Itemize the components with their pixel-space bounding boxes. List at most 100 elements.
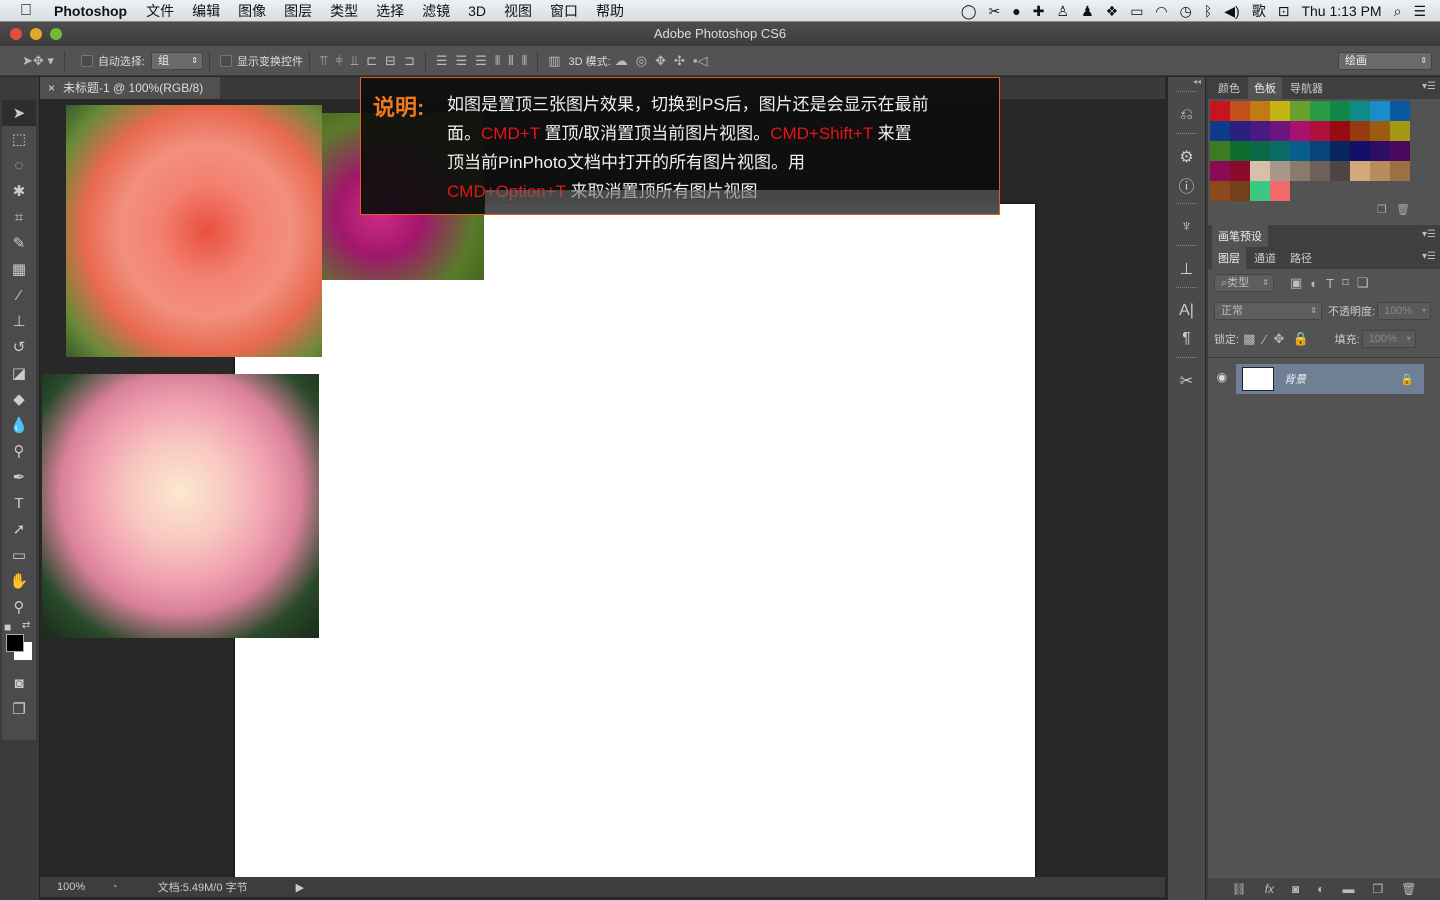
new-layer-icon[interactable]: ❐: [1373, 882, 1384, 896]
zoom-level[interactable]: 100%: [57, 881, 105, 893]
link-layers-icon[interactable]: ⛓: [1231, 882, 1246, 896]
plus-icon[interactable]: ✚: [1033, 3, 1045, 20]
crop-tool[interactable]: ⌗: [2, 204, 36, 230]
3d-slide-icon[interactable]: ✣: [674, 53, 685, 69]
healing-brush-tool[interactable]: ▦: [2, 256, 36, 282]
color-swatch[interactable]: [1310, 161, 1330, 181]
color-swatch[interactable]: [1250, 101, 1270, 121]
color-swatch[interactable]: [1290, 141, 1310, 161]
eyedropper-tool[interactable]: ✎: [2, 230, 36, 256]
color-swatch[interactable]: [1330, 121, 1350, 141]
color-swatch[interactable]: [1390, 161, 1410, 181]
dropbox-icon[interactable]: ❖: [1106, 3, 1119, 20]
close-window-button[interactable]: [10, 28, 22, 40]
color-swatch[interactable]: [1370, 121, 1390, 141]
magic-wand-tool[interactable]: ✱: [2, 178, 36, 204]
color-swatch[interactable]: [1310, 101, 1330, 121]
color-swatch[interactable]: [1290, 121, 1310, 141]
distribute-top-icon[interactable]: ☰: [436, 53, 448, 69]
filter-smart-object-icon[interactable]: ❏: [1357, 275, 1369, 291]
menu-view[interactable]: 视图: [504, 1, 532, 21]
lock-position-icon[interactable]: ✥: [1274, 331, 1285, 347]
marquee-tool[interactable]: ⬚: [2, 126, 36, 152]
color-swatch[interactable]: [1230, 121, 1250, 141]
color-swatch[interactable]: [1270, 181, 1290, 201]
workspace-dropdown[interactable]: 绘画 ⇕: [1338, 51, 1432, 70]
color-swatch[interactable]: [1250, 121, 1270, 141]
menu-file[interactable]: 文件: [146, 1, 174, 21]
spotlight-search-icon[interactable]: ⌕: [1394, 3, 1402, 20]
scissors-icon[interactable]: ✂: [989, 3, 1001, 20]
tab-swatches[interactable]: 色板: [1248, 77, 1282, 99]
color-swatch[interactable]: [1270, 121, 1290, 141]
color-swatch[interactable]: [1210, 101, 1230, 121]
quick-mask-icon[interactable]: ◙: [2, 670, 36, 696]
3d-scale-icon[interactable]: ▪◁: [693, 53, 708, 69]
menu-image[interactable]: 图像: [238, 1, 266, 21]
document-canvas[interactable]: [235, 204, 1035, 888]
eraser-tool[interactable]: ◪: [2, 360, 36, 386]
color-swatch[interactable]: [1270, 101, 1290, 121]
color-swatch[interactable]: [1290, 101, 1310, 121]
color-swatch[interactable]: [1390, 101, 1410, 121]
delete-swatch-icon[interactable]: 🗑: [1396, 204, 1410, 216]
pinphoto-icon[interactable]: ♙: [1057, 3, 1070, 20]
pinned-photo-pink-rose[interactable]: [42, 374, 319, 638]
menu-type[interactable]: 类型: [330, 1, 358, 21]
volume-icon[interactable]: ◀): [1224, 3, 1239, 20]
color-swatch[interactable]: [1250, 181, 1270, 201]
notification-center-icon[interactable]: ☰: [1413, 3, 1426, 20]
menu-filter[interactable]: 滤镜: [422, 1, 450, 21]
menu-edit[interactable]: 编辑: [192, 1, 220, 21]
close-tab-icon[interactable]: ×: [48, 81, 55, 95]
scroll-icon[interactable]: ◯: [961, 3, 977, 20]
color-swatch[interactable]: [1390, 141, 1410, 161]
apple-menu-icon[interactable]: : [20, 2, 38, 20]
tab-navigator[interactable]: 导航器: [1284, 77, 1329, 99]
color-swatch[interactable]: [1230, 181, 1250, 201]
screen-mode-icon[interactable]: ❐: [2, 696, 36, 722]
blend-mode-dropdown[interactable]: 正常 ⇕: [1214, 302, 1322, 320]
proof-icon[interactable]: ◔: [111, 881, 118, 893]
color-swatch[interactable]: [1330, 101, 1350, 121]
battery-icon[interactable]: ▭: [1130, 3, 1143, 20]
dodge-tool[interactable]: ⚲: [2, 438, 36, 464]
new-swatch-icon[interactable]: ❐: [1377, 204, 1387, 216]
align-bottom-icon[interactable]: ⫫: [351, 53, 358, 69]
tool-presets-panel-icon[interactable]: ✂: [1168, 367, 1205, 395]
filter-adjustment-icon[interactable]: ◐: [1310, 276, 1318, 291]
color-swatch[interactable]: [1390, 121, 1410, 141]
layer-row[interactable]: 背景 🔒: [1236, 364, 1424, 394]
color-swatch[interactable]: [1330, 141, 1350, 161]
move-tool[interactable]: ➤: [2, 100, 36, 126]
3d-pan-icon[interactable]: ✥: [655, 53, 666, 69]
auto-select-dropdown[interactable]: 组 ⇕: [151, 51, 203, 70]
swap-colors-icon[interactable]: ⇄: [22, 620, 30, 631]
zoom-window-button[interactable]: [50, 28, 62, 40]
new-group-icon[interactable]: ▬: [1343, 882, 1355, 896]
color-swatch[interactable]: [1290, 161, 1310, 181]
lasso-tool[interactable]: ◌: [2, 152, 36, 178]
blur-tool[interactable]: 💧: [2, 412, 36, 438]
color-swatch[interactable]: [1310, 121, 1330, 141]
display-icon[interactable]: ⊡: [1278, 3, 1290, 20]
auto-align-icon[interactable]: ▥: [548, 53, 560, 69]
layer-lock-icon[interactable]: 🔒: [1400, 373, 1414, 386]
menu-3d[interactable]: 3D: [468, 3, 486, 19]
distribute-right-icon[interactable]: ⫴: [522, 53, 527, 69]
tab-channels[interactable]: 通道: [1248, 247, 1282, 269]
paragraph-panel-icon[interactable]: ¶: [1168, 325, 1205, 353]
menu-help[interactable]: 帮助: [596, 1, 624, 21]
color-swatch[interactable]: [1210, 141, 1230, 161]
menu-window[interactable]: 窗口: [550, 1, 578, 21]
paint-bucket-tool[interactable]: ◆: [2, 386, 36, 412]
3d-rotate-icon[interactable]: ☁: [615, 53, 628, 69]
input-method-icon[interactable]: 歌: [1252, 1, 1266, 21]
clone-source-panel-icon[interactable]: ⊥: [1168, 255, 1205, 283]
delete-layer-icon[interactable]: 🗑: [1401, 882, 1416, 896]
layer-style-fx-icon[interactable]: fx: [1265, 882, 1274, 896]
align-hcenter-icon[interactable]: ⊟: [385, 53, 396, 69]
color-swatch[interactable]: [1350, 141, 1370, 161]
tab-paths[interactable]: 路径: [1284, 247, 1318, 269]
brush-tool[interactable]: ⁄: [2, 282, 36, 308]
